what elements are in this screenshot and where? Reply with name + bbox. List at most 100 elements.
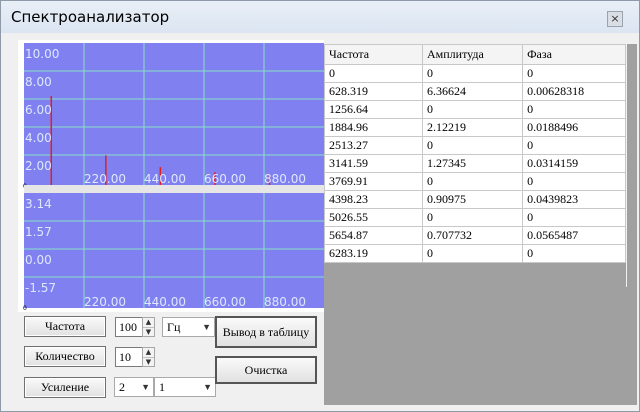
chevron-down-icon: ▼ (202, 322, 211, 332)
frequency-input[interactable]: 100 (115, 317, 143, 337)
amp-xtick-880: 880.00 (264, 172, 306, 186)
amplitude-plot: 10.00 8.00 6.00 4.00 2.00 220.00 440.00 … (23, 43, 324, 190)
cell-amplitude[interactable]: 0 (421, 244, 524, 263)
cell-phase[interactable]: 0 (522, 244, 626, 263)
spin-down-icon[interactable]: ▼ (143, 358, 154, 367)
amp-xtick-220: 220.00 (84, 172, 126, 186)
cell-amplitude[interactable]: 2.12219 (421, 118, 524, 137)
cell-amplitude[interactable]: 0 (421, 64, 524, 83)
table-row[interactable]: 1884.96 2.12219 0.0188496 (324, 118, 626, 137)
amp-ytick-4: 4.00 (25, 131, 52, 145)
cell-phase[interactable]: 0.0188496 (522, 118, 626, 137)
cell-phase[interactable]: 0.00628318 (522, 82, 626, 101)
spin-up-icon[interactable]: ▲ (143, 318, 154, 328)
count-input[interactable]: 10 (115, 347, 143, 367)
cell-amplitude[interactable]: 1.27345 (421, 154, 524, 173)
plots-svg: 10.00 8.00 6.00 4.00 2.00 220.00 440.00 … (23, 43, 324, 312)
cell-phase[interactable]: 0 (522, 208, 626, 227)
header-frequency[interactable]: Частота (324, 44, 423, 65)
phase-origin-label: 0 (23, 305, 27, 312)
gain-select-1[interactable]: 2 ▼ (114, 377, 154, 397)
frequency-button[interactable]: Частота (24, 316, 106, 337)
table-row[interactable]: 5654.87 0.707732 0.0565487 (324, 226, 626, 245)
table-row[interactable]: 5026.55 0 0 (324, 208, 626, 227)
spin-up-icon[interactable]: ▲ (143, 348, 154, 358)
cell-frequency[interactable]: 628.319 (324, 82, 423, 101)
phase-xtick-880: 880.00 (264, 295, 306, 309)
header-amplitude[interactable]: Амплитуда (421, 44, 524, 65)
table-row[interactable]: 628.319 6.36624 0.00628318 (324, 82, 626, 101)
table-scrollbar[interactable] (627, 44, 637, 405)
table-row[interactable]: 3141.59 1.27345 0.0314159 (324, 154, 626, 173)
cell-frequency[interactable]: 3769.91 (324, 172, 423, 191)
close-icon: × (610, 12, 620, 25)
frequency-unit-value: Гц (167, 320, 181, 334)
amplitude-plot-area (24, 43, 324, 185)
amp-ytick-6: 6.00 (25, 103, 52, 117)
cell-amplitude[interactable]: 0 (421, 172, 524, 191)
plot-splitter[interactable] (24, 185, 324, 193)
table-empty-area (324, 287, 627, 405)
phase-ytick-neg157: -1.57 (25, 281, 56, 295)
amp-xtick-660: 660.00 (204, 172, 246, 186)
cell-frequency[interactable]: 4398.23 (324, 190, 423, 209)
cell-frequency[interactable]: 3141.59 (324, 154, 423, 173)
window-title: Спектроанализатор (11, 8, 170, 26)
cell-frequency[interactable]: 1884.96 (324, 118, 423, 137)
phase-ytick-314: 3.14 (25, 197, 52, 211)
amp-ytick-2: 2.00 (25, 159, 52, 173)
chevron-down-icon: ▼ (203, 382, 212, 392)
table-row[interactable]: 2513.27 0 0 (324, 136, 626, 155)
header-phase[interactable]: Фаза (522, 44, 626, 65)
cell-frequency[interactable]: 1256.64 (324, 100, 423, 119)
cell-frequency[interactable]: 2513.27 (324, 136, 423, 155)
cell-frequency[interactable]: 5026.55 (324, 208, 423, 227)
amp-ytick-8: 8.00 (25, 75, 52, 89)
gain-select-2[interactable]: 1 ▼ (154, 377, 216, 397)
phase-plot-area (24, 193, 324, 308)
table-row[interactable]: 4398.23 0.90975 0.0439823 (324, 190, 626, 209)
cell-phase[interactable]: 0.0439823 (522, 190, 626, 209)
count-spinner[interactable]: ▲ ▼ (142, 347, 155, 367)
phase-ytick-0: 0.00 (25, 253, 52, 267)
cell-frequency[interactable]: 5654.87 (324, 226, 423, 245)
cell-frequency[interactable]: 6283.19 (324, 244, 423, 263)
table-header-row: Частота Амплитуда Фаза (324, 44, 626, 65)
phase-xtick-220: 220.00 (84, 295, 126, 309)
table-row[interactable]: 000 (324, 64, 626, 83)
count-button[interactable]: Количество (24, 346, 106, 367)
frequency-spinner[interactable]: ▲ ▼ (142, 317, 155, 337)
phase-xtick-660: 660.00 (204, 295, 246, 309)
table-body: 0 0 0 628.319 6.36624 0.00628318 1256.64 0 0 1884… (324, 64, 626, 263)
gain-button[interactable]: Усиление (24, 377, 106, 398)
results-table-container: Частота Амплитуда Фаза 0 0 0 628.319 6.36624… (324, 44, 626, 287)
phase-plot: 3.14 1.57 0.00 -1.57 220.00 440.00 660.0… (23, 193, 324, 312)
cell-phase[interactable]: 0.0314159 (522, 154, 626, 173)
table-row[interactable]: 6283.19 0 0 (324, 244, 626, 263)
cell-phase[interactable]: 0 (522, 100, 626, 119)
clear-button[interactable]: Очистка (215, 356, 317, 384)
cell-amplitude[interactable]: 0.707732 (421, 226, 524, 245)
cell-amplitude[interactable]: 0 (421, 208, 524, 227)
cell-amplitude[interactable]: 0.90975 (421, 190, 524, 209)
frequency-unit-select[interactable]: Гц ▼ (162, 317, 215, 337)
cell-phase[interactable]: 0.0565487 (522, 226, 626, 245)
cell-phase[interactable]: 0 (522, 172, 626, 191)
spectrum-analyzer-window: Спектроанализатор × 10.00 8.00 6.00 4.00… (0, 0, 640, 412)
output-to-table-button[interactable]: Вывод в таблицу (215, 316, 317, 348)
close-button[interactable]: × (607, 11, 623, 27)
results-table[interactable]: Частота Амплитуда Фаза 0 0 0 628.319 6.36624… (324, 44, 626, 263)
spin-down-icon[interactable]: ▼ (143, 328, 154, 337)
phase-ytick-157: 1.57 (25, 225, 52, 239)
cell-amplitude[interactable]: 0 (421, 100, 524, 119)
amp-xtick-440: 440.00 (144, 172, 186, 186)
cell-phase[interactable]: 0 (522, 64, 626, 83)
table-row[interactable]: 3769.91 0 0 (324, 172, 626, 191)
phase-xtick-440: 440.00 (144, 295, 186, 309)
cell-frequency[interactable]: 0 (324, 64, 423, 83)
table-row[interactable]: 1256.64 0 0 (324, 100, 626, 119)
cell-amplitude[interactable]: 6.36624 (421, 82, 524, 101)
title-bar[interactable]: Спектроанализатор × (1, 1, 639, 33)
cell-amplitude[interactable]: 0 (421, 136, 524, 155)
cell-phase[interactable]: 0 (522, 136, 626, 155)
